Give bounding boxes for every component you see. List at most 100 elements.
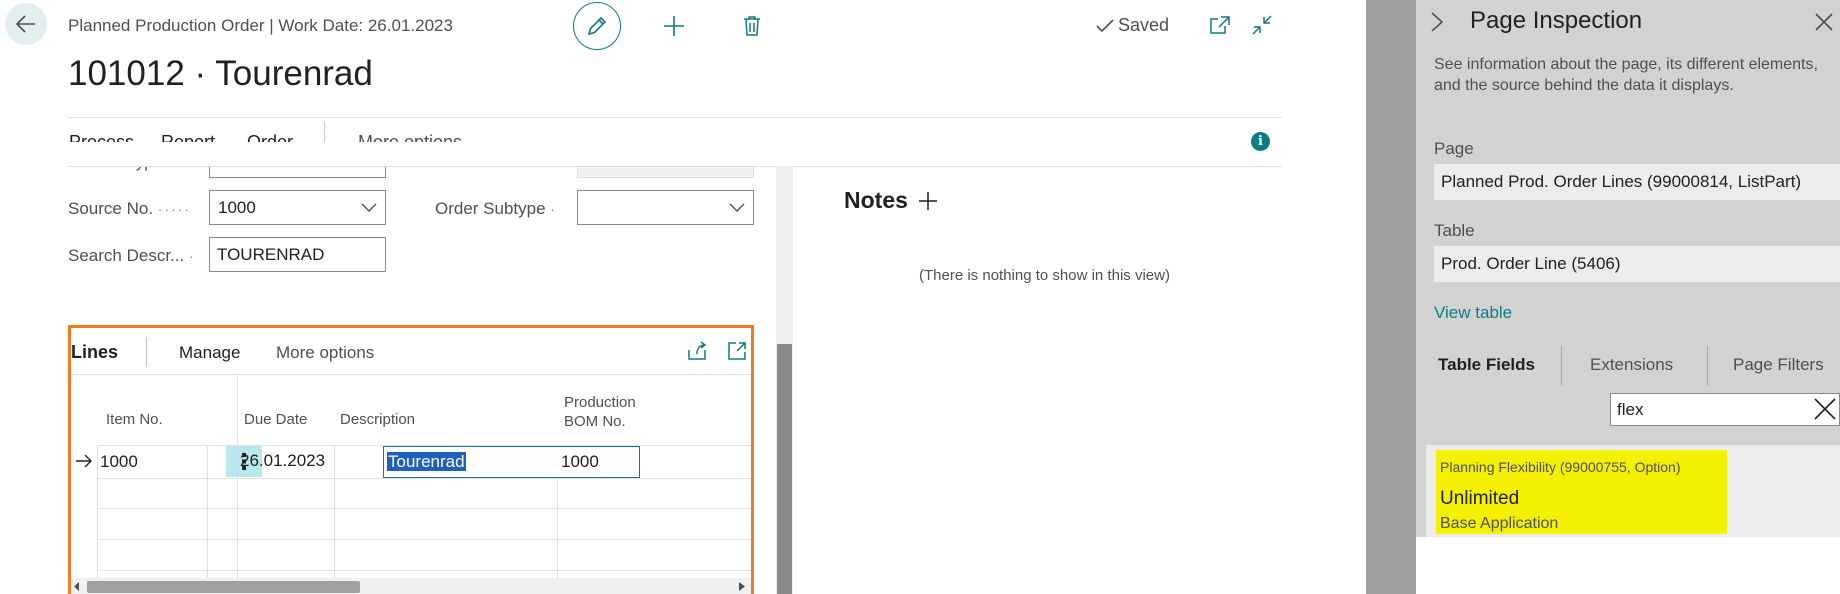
form-clip — [0, 142, 778, 167]
chevron-right-icon — [1431, 12, 1444, 32]
dots-leader: · — [188, 248, 196, 264]
notes-title: Notes — [844, 187, 908, 213]
lines-more-options[interactable]: More options — [276, 343, 374, 363]
divider — [68, 166, 1282, 167]
page-inspection-panel: Page Inspection See information about th… — [1416, 0, 1840, 594]
close-panel-button[interactable] — [1814, 12, 1834, 37]
trash-icon — [744, 16, 760, 36]
divider — [68, 117, 1282, 118]
cell-bom-no[interactable]: 1000 — [561, 452, 599, 472]
field-result-card[interactable]: Planning Flexibility (99000755, Option) … — [1426, 445, 1840, 537]
source-no-label: Source No. — [68, 199, 154, 218]
main-page: Planned Production Order | Work Date: 26… — [0, 0, 1366, 594]
plus-icon — [664, 16, 684, 36]
edit-button[interactable] — [573, 2, 621, 50]
add-note-icon[interactable] — [918, 191, 938, 211]
page-scrollbar-thumb[interactable] — [777, 344, 792, 594]
expand-icon — [728, 342, 746, 360]
expand-button[interactable] — [722, 336, 751, 366]
tab-table-fields[interactable]: Table Fields — [1438, 355, 1535, 375]
source-no-field[interactable]: 1000 — [209, 190, 386, 225]
tab-separator — [1561, 346, 1562, 386]
panel-bottom-area — [1416, 537, 1840, 594]
source-no-value: 1000 — [218, 197, 256, 217]
breadcrumb: Planned Production Order | Work Date: 26… — [68, 16, 453, 35]
saved-status: Saved — [1096, 15, 1169, 36]
lines-tab[interactable]: Lines — [71, 342, 118, 363]
close-icon — [1815, 13, 1833, 31]
order-subtype-label: Order Subtype — [435, 199, 546, 218]
tab-separator — [1707, 346, 1708, 386]
page-title: 101012 · Tourenrad — [68, 54, 373, 93]
pencil-icon — [587, 16, 607, 36]
back-button[interactable] — [5, 3, 47, 45]
col-bom-no-line2: BOM No. — [564, 413, 626, 430]
grid-line — [334, 445, 335, 578]
highlighted-field: Planning Flexibility (99000755, Option) … — [1436, 450, 1727, 534]
cell-item-no[interactable]: 1000 — [100, 452, 138, 472]
collapse-button[interactable] — [1247, 10, 1277, 40]
description-input[interactable]: Tourenrad — [383, 446, 640, 478]
search-descr-field[interactable]: TOURENRAD — [209, 237, 386, 272]
close-icon — [1814, 398, 1836, 420]
lines-hscrollbar-thumb[interactable] — [87, 581, 360, 593]
view-table-link[interactable]: View table — [1434, 303, 1512, 323]
search-descr-row: Search Descr... · — [68, 246, 196, 266]
scroll-left-icon[interactable] — [74, 582, 80, 591]
col-description[interactable]: Description — [340, 410, 415, 429]
order-subtype-row: Order Subtype · — [435, 199, 557, 219]
clear-search-button[interactable] — [1814, 398, 1836, 425]
open-new-window-icon — [1210, 16, 1230, 34]
lines-manage[interactable]: Manage — [179, 343, 240, 363]
delete-button[interactable] — [737, 11, 767, 41]
source-no-row: Source No. ····· — [68, 199, 191, 219]
panel-title: Page Inspection — [1470, 7, 1643, 34]
col-bom-no-line1: Production — [564, 394, 636, 411]
grid-line — [207, 445, 208, 578]
saved-label: Saved — [1118, 15, 1170, 35]
field-name: Planning Flexibility (99000755, Option) — [1440, 459, 1681, 475]
search-value: flex — [1617, 400, 1644, 419]
dots-leader: · — [550, 201, 557, 217]
col-bom-no[interactable]: Production BOM No. — [564, 393, 636, 431]
grid-header-divider — [71, 374, 751, 375]
notes-section: Notes — [844, 187, 938, 214]
tab-page-filters[interactable]: Page Filters — [1733, 355, 1824, 375]
collapse-panel-button[interactable] — [1430, 11, 1444, 38]
notes-empty-message: (There is nothing to show in this view) — [919, 267, 1170, 284]
cell-due-date[interactable]: 26.01.2023 — [240, 451, 325, 471]
share-button[interactable] — [682, 336, 712, 366]
search-descr-label: Search Descr... — [68, 246, 185, 265]
tab-extensions[interactable]: Extensions — [1590, 355, 1673, 375]
page-value: Planned Prod. Order Lines (99000814, Lis… — [1434, 164, 1840, 200]
lines-separator — [146, 337, 147, 367]
row-arrow-icon — [76, 454, 92, 468]
col-item-no[interactable]: Item No. — [106, 410, 163, 429]
panel-description: See information about the page, its diff… — [1434, 56, 1818, 94]
table-label: Table — [1434, 221, 1475, 240]
grid-line — [97, 508, 751, 509]
field-source: Base Application — [1440, 515, 1559, 532]
page-label: Page — [1434, 139, 1474, 158]
grid-line — [97, 478, 751, 479]
col-due-date[interactable]: Due Date — [244, 410, 307, 429]
new-button[interactable] — [659, 11, 689, 41]
chevron-down-icon — [729, 203, 745, 212]
grid-line — [97, 539, 751, 540]
lines-hscrollbar[interactable] — [71, 578, 751, 594]
scroll-right-icon[interactable] — [739, 582, 745, 591]
checkmark-icon — [1096, 18, 1114, 32]
collapse-icon — [1252, 15, 1272, 35]
grid-line — [97, 445, 98, 578]
field-search-input[interactable]: flex — [1610, 393, 1840, 426]
info-icon[interactable]: i — [1251, 132, 1270, 151]
open-new-window-button[interactable] — [1205, 10, 1235, 40]
back-arrow-icon — [15, 15, 35, 33]
chevron-down-icon — [361, 203, 377, 212]
order-subtype-field[interactable] — [577, 190, 754, 225]
table-value: Prod. Order Line (5406) — [1434, 246, 1840, 282]
lines-part: Lines Manage More options Item No. Due D… — [68, 325, 754, 594]
share-icon — [688, 341, 707, 360]
dim-overlay — [1366, 0, 1416, 594]
description-selected-text: Tourenrad — [387, 452, 466, 471]
